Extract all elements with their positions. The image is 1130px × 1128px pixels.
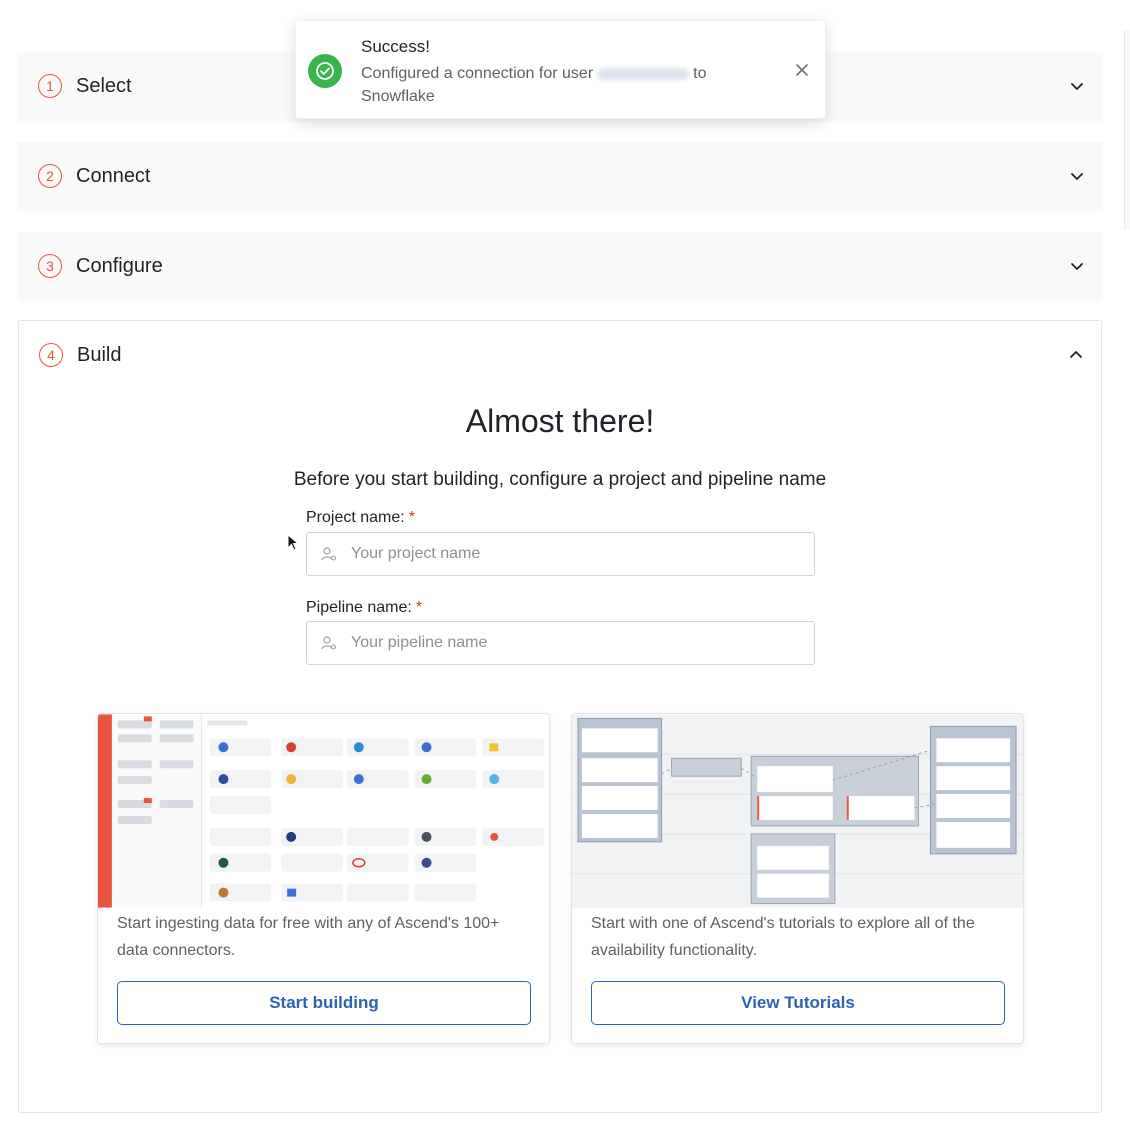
- project-name-label: Project name: *: [306, 509, 415, 526]
- toast-title: Success!: [361, 37, 430, 56]
- check-circle-icon: [308, 54, 342, 88]
- step-configure[interactable]: 3 Configure: [18, 232, 1102, 300]
- step-number: 2: [38, 164, 62, 188]
- pipeline-name-field[interactable]: [306, 621, 815, 665]
- pipeline-name-input[interactable]: [351, 634, 791, 652]
- step-label: Connect: [76, 164, 151, 187]
- chevron-down-icon[interactable]: [1070, 79, 1084, 93]
- toast-message: Configured a connection for user to Snowf…: [361, 65, 707, 105]
- step-number: 3: [38, 254, 62, 278]
- project-name-input[interactable]: [351, 545, 791, 563]
- step-label: Configure: [76, 254, 163, 277]
- chevron-down-icon[interactable]: [1070, 259, 1084, 273]
- chevron-down-icon[interactable]: [1070, 169, 1084, 183]
- card-description: Start with one of Ascend's tutorials to …: [591, 915, 975, 959]
- connectors-preview-image: [98, 714, 549, 908]
- required-marker: *: [415, 599, 423, 616]
- tutorials-preview-image: [572, 714, 1023, 908]
- close-icon[interactable]: [795, 63, 809, 77]
- step-build-panel: 4 Build Almost there! Before you start b…: [18, 320, 1102, 1113]
- view-tutorials-button[interactable]: View Tutorials: [591, 981, 1005, 1025]
- page-subtitle: Before you start building, configure a p…: [293, 469, 827, 490]
- step-build[interactable]: 4 Build: [39, 343, 121, 367]
- project-name-field[interactable]: [306, 532, 815, 576]
- success-toast: Success! Configured a connection for use…: [295, 20, 826, 119]
- required-marker: *: [408, 509, 415, 526]
- pipeline-name-label: Pipeline name: *: [306, 599, 423, 616]
- step-number: 1: [38, 74, 62, 98]
- mouse-cursor-icon: [287, 534, 299, 551]
- start-building-button[interactable]: Start building: [117, 981, 531, 1025]
- user-gear-icon: [321, 635, 337, 651]
- user-gear-icon: [321, 546, 337, 562]
- tutorials-card: Start with one of Ascend's tutorials to …: [571, 713, 1024, 1044]
- page-title: Almost there!: [465, 403, 655, 439]
- connectors-card: Start ingesting data for free with any o…: [97, 713, 550, 1044]
- step-label: Build: [77, 343, 122, 366]
- chevron-up-icon[interactable]: [1069, 348, 1083, 362]
- step-label: Select: [76, 74, 132, 97]
- step-connect[interactable]: 2 Connect: [18, 142, 1102, 210]
- redacted-username: [597, 67, 690, 80]
- step-number: 4: [39, 343, 63, 367]
- side-panel-edge: [1124, 30, 1130, 230]
- card-description: Start ingesting data for free with any o…: [117, 915, 500, 959]
